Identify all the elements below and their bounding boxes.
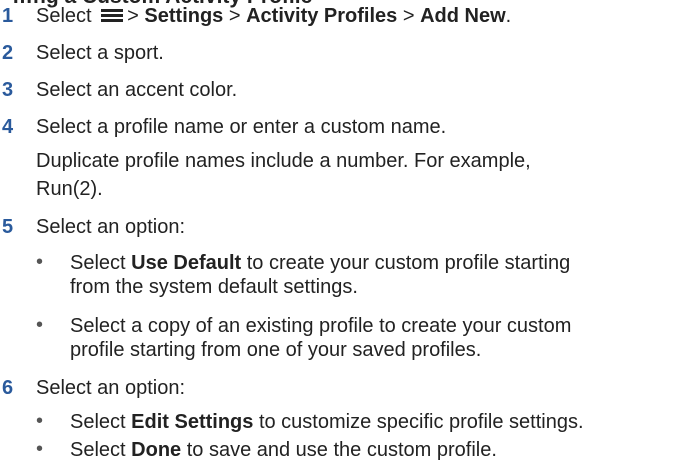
bullet-mark: • (36, 314, 44, 336)
bullet-mark: • (36, 251, 44, 273)
step-number: 1 (2, 5, 14, 27)
step-number: 3 (2, 79, 14, 101)
step-number: 2 (2, 42, 14, 64)
step-text: Select an accent color. (36, 79, 238, 101)
step-number: 6 (2, 377, 14, 399)
step-number: 4 (2, 116, 14, 138)
bullet-mark: • (36, 438, 44, 460)
step-number: 5 (2, 216, 14, 238)
step-text: Select a profile name or enter a custom … (36, 116, 447, 138)
bullet-mark: • (36, 410, 44, 432)
step-text: Select an option: (36, 216, 185, 238)
step-text: Select a sport. (36, 42, 164, 64)
step-4-note: Duplicate profile names include a number… (36, 150, 531, 200)
step-text: Select > Settings > Activity Profiles > … (36, 5, 512, 27)
step-text: Select an option: (36, 377, 185, 399)
hamburger-menu-icon (101, 8, 124, 22)
